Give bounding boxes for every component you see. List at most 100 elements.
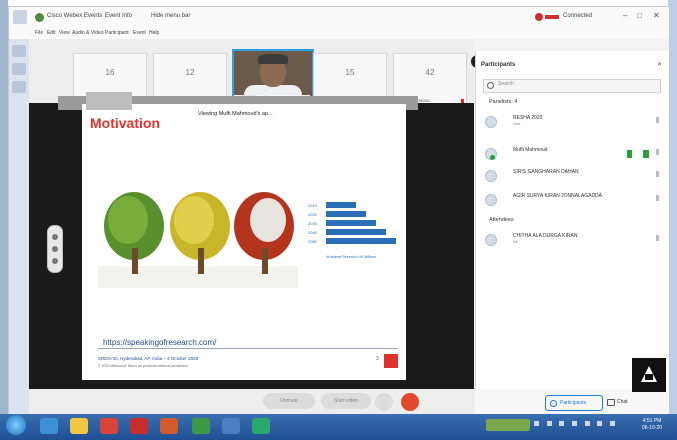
chart-caption: Alzheimer Research UK Millions [326, 255, 376, 259]
menu-file[interactable]: File [35, 30, 43, 36]
mic-icon[interactable] [656, 235, 659, 241]
zoom-reset-icon[interactable] [52, 246, 58, 252]
panelists-group-header[interactable]: Panelists: 4 [489, 99, 517, 105]
participants-header[interactable]: Participants [481, 62, 515, 68]
participant-name: CHITHA ALA DURGA KIRAN [513, 233, 578, 239]
right-edge-tab [669, 47, 670, 377]
start-video-button[interactable]: Start video [321, 393, 371, 409]
zoom-in-icon[interactable] [52, 234, 58, 240]
active-video-icon[interactable] [643, 150, 649, 158]
participant-name: Mufti Mahmoud [513, 147, 548, 153]
menu-edit[interactable]: Edit [47, 30, 56, 36]
search-placeholder: Search [498, 81, 514, 87]
clock-time: 4:51 PM [642, 418, 662, 424]
slide-navigation-control[interactable] [47, 225, 63, 273]
menu-event[interactable]: Event [133, 30, 146, 36]
system-tray[interactable] [534, 421, 634, 429]
blurred-overlay [86, 92, 132, 110]
chat-button-label: Chat [617, 399, 628, 405]
trees-illustration [98, 192, 298, 288]
end-call-button[interactable] [401, 393, 419, 411]
participant-role: Host [513, 122, 521, 126]
active-mic-icon[interactable] [627, 150, 632, 158]
participant-name: RESHA 2020 [513, 115, 543, 121]
powerpoint-icon[interactable] [160, 418, 178, 434]
desktop-edge-left [0, 0, 8, 414]
tray-icon[interactable] [559, 421, 565, 426]
thumbnail-count: 12 [185, 68, 195, 77]
tab-hide-menu-bar[interactable]: Hide menu bar [151, 13, 190, 19]
thumbnail-count: 42 [425, 68, 435, 77]
mic-icon[interactable] [656, 171, 659, 177]
thumbnail-count: 16 [105, 68, 115, 77]
taskbar-clock[interactable]: 4:51 PM 06-10-20 [642, 418, 662, 432]
participant-row[interactable]: RESHA 2020 Host [485, 113, 661, 133]
tab-event-info[interactable]: Event Info [105, 13, 132, 19]
signal-bar-icon [545, 15, 559, 19]
maximize-button[interactable]: □ [637, 11, 642, 20]
more-options-button[interactable] [375, 393, 393, 411]
thumbnail-count: 15 [345, 68, 355, 77]
slide-page-number: 3 [376, 356, 379, 362]
mute-button[interactable]: Unmute [263, 393, 315, 409]
attendees-group-header[interactable]: Attendees [489, 217, 514, 223]
menu-help[interactable]: Help [149, 30, 159, 36]
minimize-button[interactable]: – [623, 11, 627, 20]
avatar [485, 234, 497, 246]
tray-icon[interactable] [534, 421, 539, 426]
participants-button-label: Participants [560, 400, 587, 406]
menu-view[interactable]: View [59, 30, 70, 36]
menu-audio-video[interactable]: Audio & Video [72, 30, 104, 36]
connection-status-icon [535, 13, 543, 21]
mic-icon[interactable] [656, 195, 659, 201]
menu-participant[interactable]: Participant [105, 30, 129, 36]
webex-taskbar-icon[interactable] [252, 418, 270, 434]
sidebar-icon[interactable] [12, 45, 26, 57]
menu-bar: File Edit View Audio & Video Participant… [9, 29, 669, 39]
participant-row[interactable]: AGIR SURYA KIRAN JONNALAGADDA [485, 191, 661, 211]
chat-button[interactable]: Chat [605, 395, 639, 409]
slide-title: Motivation [90, 115, 160, 131]
internet-explorer-icon[interactable] [40, 418, 58, 434]
tray-icon[interactable] [597, 421, 603, 426]
sidebar-icon[interactable] [12, 81, 26, 93]
share-logo-icon[interactable] [632, 358, 666, 392]
participant-row[interactable]: SIRIS GANGHARAN DAHAN [485, 167, 661, 187]
participants-button[interactable]: Participants [545, 395, 603, 411]
sidebar-icon[interactable] [12, 63, 26, 75]
media-player-icon[interactable] [100, 418, 118, 434]
file-explorer-icon[interactable] [70, 418, 88, 434]
battery-indicator[interactable] [486, 419, 530, 431]
chart-year-label: 2040 [308, 230, 318, 235]
participant-name: SIRIS GANGHARAN DAHAN [513, 169, 579, 175]
avatar [485, 194, 497, 206]
slide-logo-icon [384, 354, 398, 368]
title-bar: Cisco Webex Events Event Info Hide menu … [9, 7, 669, 30]
window-title: Cisco Webex Events [47, 13, 103, 19]
mic-icon[interactable] [656, 149, 659, 155]
tray-icon[interactable] [610, 421, 616, 426]
clock-date: 06-10-20 [642, 425, 663, 431]
webex-logo-icon [35, 13, 44, 22]
slide-copyright: © 2020 Mahmoud. Not to be produced witho… [98, 364, 188, 368]
zoom-out-icon[interactable] [52, 258, 58, 264]
participant-row[interactable]: Mufti Mahmoud [485, 145, 661, 165]
connection-status[interactable]: Connected [563, 13, 592, 19]
mic-icon[interactable] [656, 117, 659, 123]
close-window-button[interactable]: ✕ [653, 11, 660, 20]
avatar [485, 116, 497, 128]
presenter-status-icon [490, 155, 495, 160]
viewing-label: Viewing Mufti Mahmoud's ap... [198, 111, 273, 117]
tray-icon[interactable] [584, 421, 590, 426]
chrome-icon[interactable] [192, 418, 210, 434]
participant-row[interactable]: CHITHA ALA DURGA KIRAN Me [485, 231, 661, 251]
control-panel-icon[interactable] [222, 418, 240, 434]
chart-year-label: 2030 [308, 221, 318, 226]
tray-icon[interactable] [546, 421, 552, 426]
acrobat-reader-icon[interactable] [130, 418, 148, 434]
close-panel-button[interactable]: ✕ [657, 61, 662, 68]
tray-icon[interactable] [572, 421, 578, 426]
start-button[interactable] [6, 415, 26, 435]
participants-icon [550, 400, 557, 407]
participant-role: Me [513, 240, 518, 244]
